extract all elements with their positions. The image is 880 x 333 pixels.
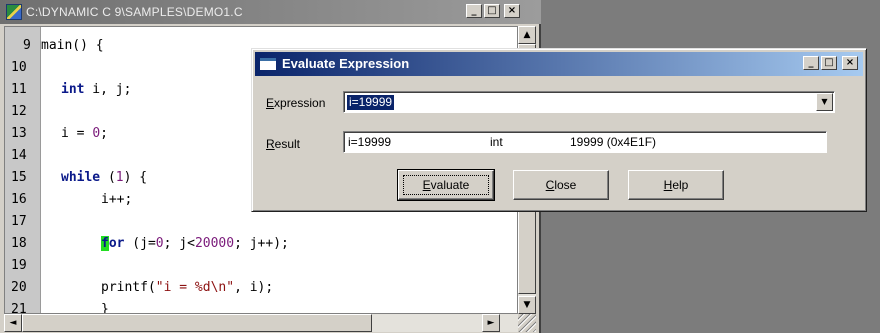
dialog-title: Evaluate Expression	[282, 56, 410, 71]
result-field[interactable]: i=19999 int 19999 (0x4E1F)	[343, 131, 827, 153]
result-type: int	[490, 135, 503, 149]
code-fragment: i, j;	[84, 82, 132, 97]
code-text: while (1) {	[61, 168, 147, 188]
line-number: 13	[11, 126, 27, 141]
line-number: 20	[11, 280, 27, 295]
line-number: 21	[11, 302, 27, 314]
code-fragment: ;	[100, 126, 108, 141]
editor-title-bar[interactable]: C:\DYNAMIC C 9\SAMPLES\DEMO1.C _ □ ×	[0, 0, 541, 24]
keyword: or	[108, 236, 125, 251]
code-fragment: ; j++);	[234, 236, 289, 251]
code-fragment: ) {	[123, 170, 148, 185]
expression-label: Expression	[266, 95, 325, 111]
text-cursor: f	[101, 236, 109, 251]
expression-label-text: xpression	[274, 96, 326, 110]
resize-grip[interactable]	[518, 314, 536, 332]
help-button[interactable]: Help	[628, 170, 724, 200]
horizontal-scrollbar[interactable]: ◄ ►	[4, 314, 518, 332]
code-fragment: printf(	[101, 280, 156, 295]
code-text: printf("i = %d\n", i);	[101, 278, 273, 298]
scroll-right-button[interactable]: ►	[482, 314, 500, 332]
expression-label-accel: E	[266, 96, 275, 110]
code-text: for (j=0; j<20000; j++);	[101, 234, 289, 254]
line-number: 14	[11, 148, 27, 163]
evaluate-expression-dialog: Evaluate Expression _ □ × Expression i=1…	[251, 48, 867, 212]
code-text: i = 0;	[61, 124, 108, 144]
editor-minimize-button[interactable]: _	[466, 4, 482, 18]
result-label-accel: R	[266, 137, 275, 151]
line-number: 16	[11, 192, 27, 207]
number-literal: 1	[115, 170, 124, 185]
code-text: int i, j;	[61, 80, 131, 100]
dynamic-c-app-icon[interactable]	[6, 4, 22, 20]
string-literal: "i = %d\n"	[155, 280, 235, 295]
code-line-21: 21 }	[5, 300, 475, 314]
focus-rectangle	[403, 175, 489, 195]
line-number: 10	[11, 60, 27, 75]
close-button[interactable]: Close	[513, 170, 609, 200]
code-fragment: ; j<	[163, 236, 195, 251]
dialog-title-bar[interactable]: Evaluate Expression _ □ ×	[255, 52, 863, 76]
number-literal: 0	[92, 126, 101, 141]
line-number: 17	[11, 214, 27, 229]
line-number: 18	[11, 236, 27, 251]
line-number: 19	[11, 258, 27, 273]
number-literal: 0	[155, 236, 164, 251]
result-label-text: esult	[274, 137, 301, 151]
keyword: while	[61, 170, 101, 185]
code-fragment: (j=	[124, 236, 156, 251]
line-number: 15	[11, 170, 27, 185]
code-fragment: (	[100, 170, 116, 185]
line-number: 11	[11, 82, 27, 97]
line-number: 12	[11, 104, 27, 119]
window-icon	[260, 58, 276, 70]
result-value: 19999 (0x4E1F)	[570, 135, 657, 149]
result-label: Result	[266, 136, 300, 152]
editor-title: C:\DYNAMIC C 9\SAMPLES\DEMO1.C	[26, 5, 243, 19]
code-line-18: 18 for (j=0; j<20000; j++);	[5, 234, 475, 254]
dropdown-arrow-button[interactable]: ▼	[816, 93, 833, 111]
line-number: 9	[23, 38, 31, 53]
scroll-down-button[interactable]: ▼	[518, 296, 536, 314]
code-text: main() {	[41, 38, 104, 53]
evaluate-button[interactable]: Evaluate	[397, 169, 495, 201]
scroll-up-button[interactable]: ▲	[518, 26, 536, 44]
result-expression: i=19999	[348, 135, 392, 149]
scroll-left-button[interactable]: ◄	[4, 314, 22, 332]
code-fragment: , i);	[234, 280, 274, 295]
help-label: elp	[672, 178, 689, 192]
dialog-maximize-button[interactable]: □	[821, 56, 837, 70]
dialog-close-button[interactable]: ×	[842, 56, 858, 70]
keyword: int	[61, 82, 85, 97]
code-line-20: 20 printf("i = %d\n", i);	[5, 278, 475, 298]
horizontal-scroll-thumb[interactable]	[22, 314, 372, 332]
code-text: i++;	[101, 192, 133, 207]
code-fragment: i =	[61, 126, 93, 141]
editor-close-button[interactable]: ×	[504, 4, 520, 18]
code-line-19: 19	[5, 256, 475, 276]
editor-maximize-button[interactable]: □	[484, 4, 500, 18]
number-literal: 20000	[194, 236, 235, 251]
expression-combobox[interactable]: i=19999 ▼	[343, 91, 835, 113]
code-text: }	[101, 302, 109, 314]
dialog-minimize-button[interactable]: _	[803, 56, 819, 70]
expression-input-value[interactable]: i=19999	[347, 95, 395, 110]
code-line-17: 17	[5, 212, 475, 232]
close-label: lose	[554, 178, 577, 192]
